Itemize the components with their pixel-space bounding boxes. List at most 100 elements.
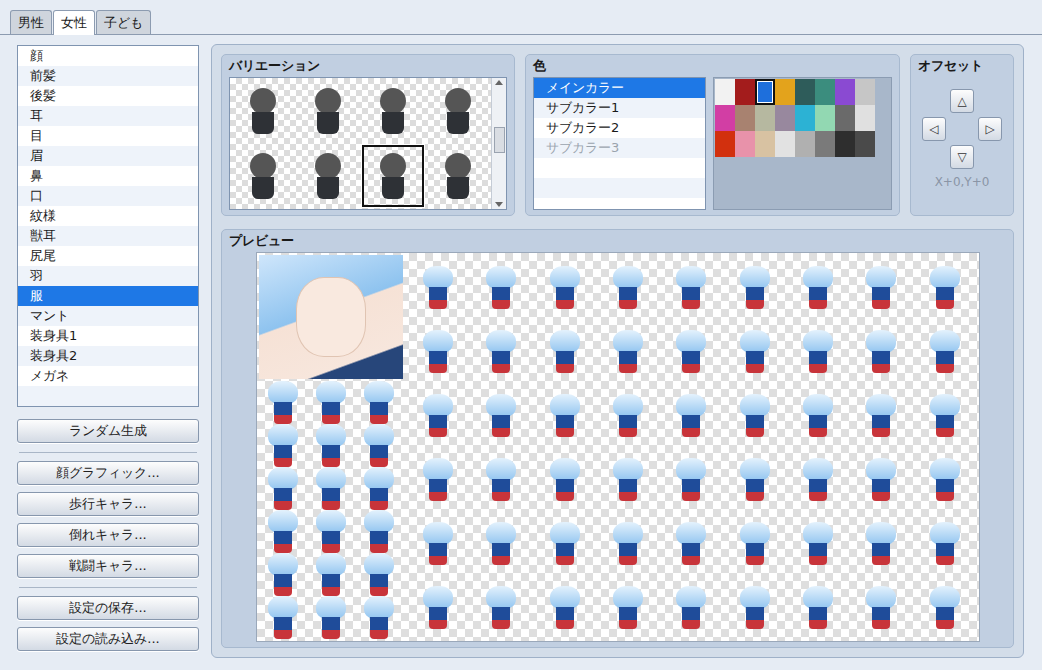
sprite [850,511,913,575]
parts-item[interactable]: 装身具2 [18,346,198,366]
offset-up-button[interactable]: △ [950,89,974,113]
offset-left-button[interactable]: ◁ [922,117,946,141]
main-area: 顔前髪後髪耳目眉鼻口紋様獣耳尻尾羽服マント装身具1装身具2メガネランダム生成顔グ… [0,34,1042,670]
color-swatch[interactable] [795,131,815,157]
variation-item[interactable] [426,80,489,143]
tab-bar: 男性女性子ども [0,0,1042,34]
action-button[interactable]: 戦闘キャラ... [17,554,199,578]
color-swatch[interactable] [815,105,835,131]
scroll-thumb[interactable] [494,127,505,153]
sprite-hair-icon [803,394,833,418]
parts-item[interactable]: 服 [18,286,198,306]
action-button[interactable]: 設定の読み込み... [17,627,199,651]
sprite [259,510,307,553]
color-target[interactable]: サブカラー2 [534,118,705,138]
sprite [533,383,596,447]
color-swatch[interactable] [735,79,755,105]
sprite [470,511,533,575]
parts-item[interactable]: 顔 [18,46,198,66]
parts-item[interactable]: 獣耳 [18,226,198,246]
face-skin-icon [296,277,366,357]
parts-item[interactable]: 装身具1 [18,326,198,346]
scroll-up-icon[interactable] [495,80,503,85]
variation-item[interactable] [362,80,425,143]
variation-item[interactable] [232,145,295,208]
parts-item[interactable]: マント [18,306,198,326]
color-swatch[interactable] [775,105,795,131]
sprite-body-icon [682,351,700,373]
color-swatch[interactable] [755,105,775,131]
color-swatch[interactable] [735,131,755,157]
scrollbar[interactable] [491,78,506,209]
sprite-hair-icon [550,266,580,290]
action-button[interactable]: 倒れキャラ... [17,523,199,547]
action-button[interactable]: 歩行キャラ... [17,492,199,516]
variation-item[interactable] [362,145,425,208]
parts-item[interactable]: 羽 [18,266,198,286]
color-swatch[interactable] [715,105,735,131]
color-swatch[interactable] [835,79,855,105]
parts-item[interactable]: 尻尾 [18,246,198,266]
parts-item[interactable]: 目 [18,126,198,146]
parts-item[interactable]: 眉 [18,146,198,166]
sprite-hair-icon [803,586,833,610]
action-button[interactable]: ランダム生成 [17,419,199,443]
color-target[interactable]: サブカラー3 [534,138,705,158]
sprite [786,383,849,447]
color-swatch[interactable] [815,131,835,157]
variation-item[interactable] [426,145,489,208]
parts-item[interactable]: 前髪 [18,66,198,86]
sprite [355,381,403,424]
color-target[interactable]: サブカラー1 [534,98,705,118]
color-swatch[interactable] [795,105,815,131]
sprite [407,319,470,383]
sprite [259,553,307,596]
color-swatch[interactable] [835,105,855,131]
color-swatch[interactable] [755,79,775,105]
variation-list [229,77,507,210]
color-swatch[interactable] [715,79,735,105]
parts-item[interactable]: 耳 [18,106,198,126]
action-button[interactable]: 顔グラフィック... [17,461,199,485]
color-target[interactable]: メインカラー [534,78,705,98]
parts-item[interactable]: 口 [18,186,198,206]
parts-item[interactable]: 紋様 [18,206,198,226]
color-swatch[interactable] [735,105,755,131]
tab[interactable]: 女性 [53,10,95,35]
sprite-body-icon [322,574,340,596]
color-swatch[interactable] [815,79,835,105]
button-group: 設定の保存... 設定の読み込み... [17,596,199,651]
offset-right-button[interactable]: ▷ [978,117,1002,141]
sprite-body-icon [682,607,700,629]
color-swatch[interactable] [795,79,815,105]
color-swatch[interactable] [835,131,855,157]
palette-grid [715,79,875,157]
sprite-body-icon [936,607,954,629]
sprite-hair-icon [803,522,833,546]
offset-down-button[interactable]: ▽ [950,145,974,169]
variation-group-title: バリエーション [229,55,507,77]
parts-item[interactable]: 鼻 [18,166,198,186]
variation-item[interactable] [297,145,360,208]
sprite-body-icon [556,287,574,309]
sprite-body-icon [492,351,510,373]
variation-item[interactable] [297,80,360,143]
color-swatch[interactable] [855,79,875,105]
color-swatch[interactable] [775,79,795,105]
color-swatch[interactable] [855,131,875,157]
parts-item[interactable]: メガネ [18,366,198,386]
parts-item[interactable]: 後髪 [18,86,198,106]
action-button[interactable]: 設定の保存... [17,596,199,620]
sprite-body-icon [274,617,292,639]
sprite [596,447,659,511]
color-swatch[interactable] [715,131,735,157]
sprite [596,255,659,319]
tab[interactable]: 子ども [96,10,151,34]
variation-item[interactable] [232,80,295,143]
sprite [307,381,355,424]
tab[interactable]: 男性 [10,10,52,34]
color-swatch[interactable] [755,131,775,157]
color-swatch[interactable] [855,105,875,131]
color-swatch[interactable] [775,131,795,157]
scroll-down-icon[interactable] [495,202,503,207]
